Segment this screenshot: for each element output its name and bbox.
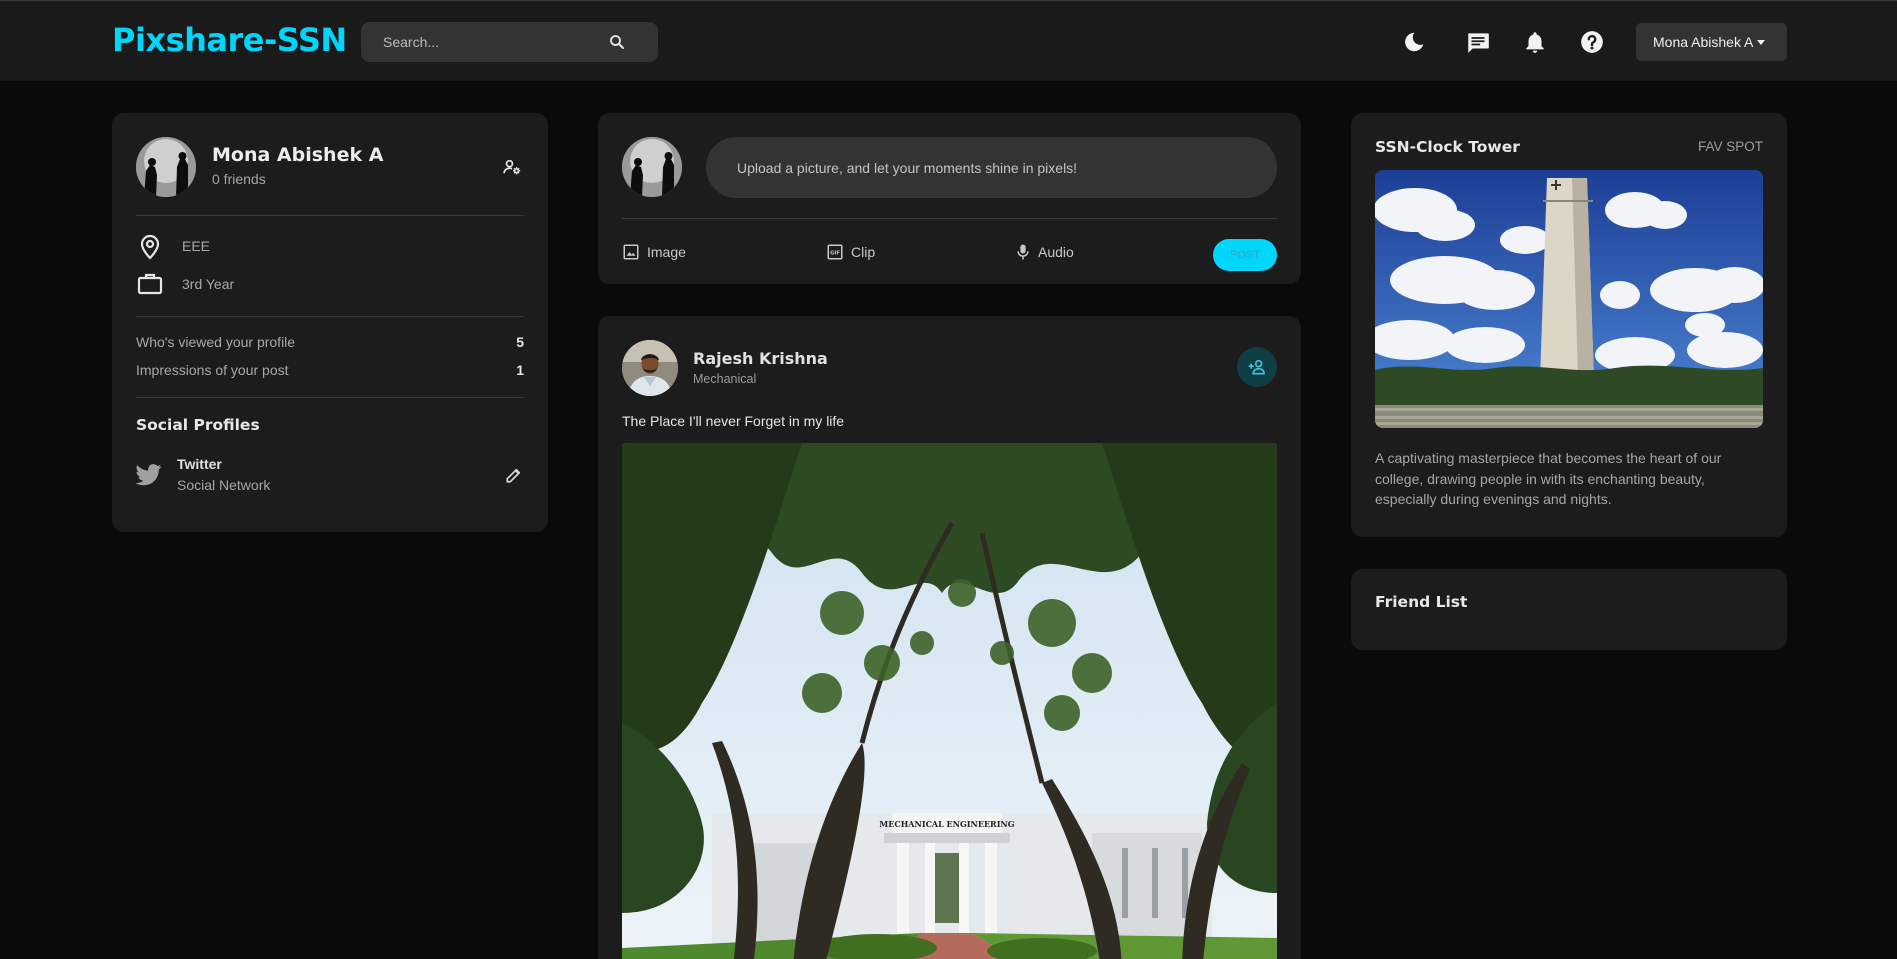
stat-value-profile-views: 5 (516, 334, 524, 350)
divider (136, 215, 524, 216)
profile-department: EEE (182, 238, 211, 254)
upload-post-input[interactable]: Upload a picture, and let your moments s… (706, 137, 1277, 198)
friend-list-card: Friend List (1351, 569, 1787, 650)
fav-spot-tag: FAV SPOT (1697, 139, 1763, 154)
chevron-down-icon (1757, 39, 1766, 45)
divider (136, 316, 524, 317)
post-caption: The Place I'll never Forget in my life (622, 413, 845, 429)
author-photo (622, 340, 678, 396)
social-twitter-name[interactable]: Twitter (177, 456, 222, 472)
profile-card: Mona Abishek A 0 friends EEE 3rd Year Wh… (112, 113, 548, 532)
divider (136, 397, 524, 398)
twitter-icon (136, 464, 162, 486)
clip-button-label: Clip (851, 244, 876, 260)
location-pin-icon (140, 234, 160, 260)
clock-tower-photo (1375, 170, 1763, 428)
top-navbar: Pixshare-SSN Mona Abishek A (0, 0, 1897, 81)
building-sign: MECHANICAL ENGINEERING (879, 819, 1014, 829)
image-button-label: Image (647, 244, 686, 260)
feed-post-card: Rajesh Krishna Mechanical The Place I'll… (598, 316, 1301, 959)
audio-button[interactable]: Audio (1015, 241, 1074, 263)
search-icon[interactable] (608, 33, 626, 51)
avatar-silhouette-icon (136, 137, 196, 197)
post-composer-card: Upload a picture, and let your moments s… (598, 113, 1301, 284)
search-box (361, 22, 658, 62)
avatar[interactable] (622, 340, 678, 396)
fav-spot-title: SSN-Clock Tower (1375, 138, 1520, 156)
campus-photo: MECHANICAL ENGINEERING (622, 443, 1277, 959)
fav-spot-description: A captivating masterpiece that becomes t… (1375, 450, 1722, 507)
profile-year: 3rd Year (182, 276, 235, 292)
stat-label-impressions: Impressions of your post (136, 362, 289, 378)
add-friend-button[interactable] (1237, 347, 1277, 387)
stat-label-profile-views: Who's viewed your profile (136, 334, 296, 350)
clip-button[interactable]: GIF Clip (826, 241, 875, 263)
profile-friends-count: 0 friends (212, 171, 266, 187)
svg-text:GIF: GIF (830, 251, 840, 257)
search-input[interactable] (383, 22, 603, 62)
post-image[interactable]: MECHANICAL ENGINEERING (622, 443, 1277, 959)
bell-icon[interactable] (1522, 29, 1548, 55)
microphone-icon (1017, 244, 1029, 260)
edit-pencil-icon[interactable] (505, 466, 523, 484)
briefcase-icon (137, 273, 163, 295)
friend-list-title: Friend List (1375, 593, 1468, 611)
avatar (622, 137, 682, 197)
stat-value-impressions: 1 (516, 362, 524, 378)
fav-spot-image[interactable] (1375, 170, 1763, 428)
gif-icon: GIF (827, 244, 843, 260)
avatar-silhouette-icon (622, 137, 682, 197)
message-icon[interactable] (1465, 29, 1491, 55)
audio-button-label: Audio (1038, 244, 1074, 260)
person-add-icon (1248, 359, 1265, 375)
post-author-name[interactable]: Rajesh Krishna (693, 349, 828, 368)
profile-name[interactable]: Mona Abishek A (212, 144, 383, 166)
fav-spot-card: SSN-Clock Tower FAV SPOT A captivating m… (1351, 113, 1787, 537)
image-icon (623, 244, 639, 260)
social-profiles-heading: Social Profiles (136, 416, 260, 434)
image-button[interactable]: Image (622, 241, 686, 263)
brand-logo[interactable]: Pixshare-SSN (112, 21, 347, 59)
social-twitter-subtitle: Social Network (177, 477, 271, 493)
help-icon[interactable] (1579, 29, 1605, 55)
moon-icon[interactable] (1401, 29, 1427, 55)
post-author-department: Mechanical (693, 372, 757, 386)
divider (622, 218, 1277, 219)
user-menu-dropdown[interactable]: Mona Abishek A (1636, 23, 1787, 61)
avatar[interactable] (136, 137, 196, 197)
manage-accounts-icon[interactable] (502, 157, 522, 177)
post-button[interactable]: POST (1213, 239, 1277, 271)
user-menu-label: Mona Abishek A (1653, 34, 1754, 50)
